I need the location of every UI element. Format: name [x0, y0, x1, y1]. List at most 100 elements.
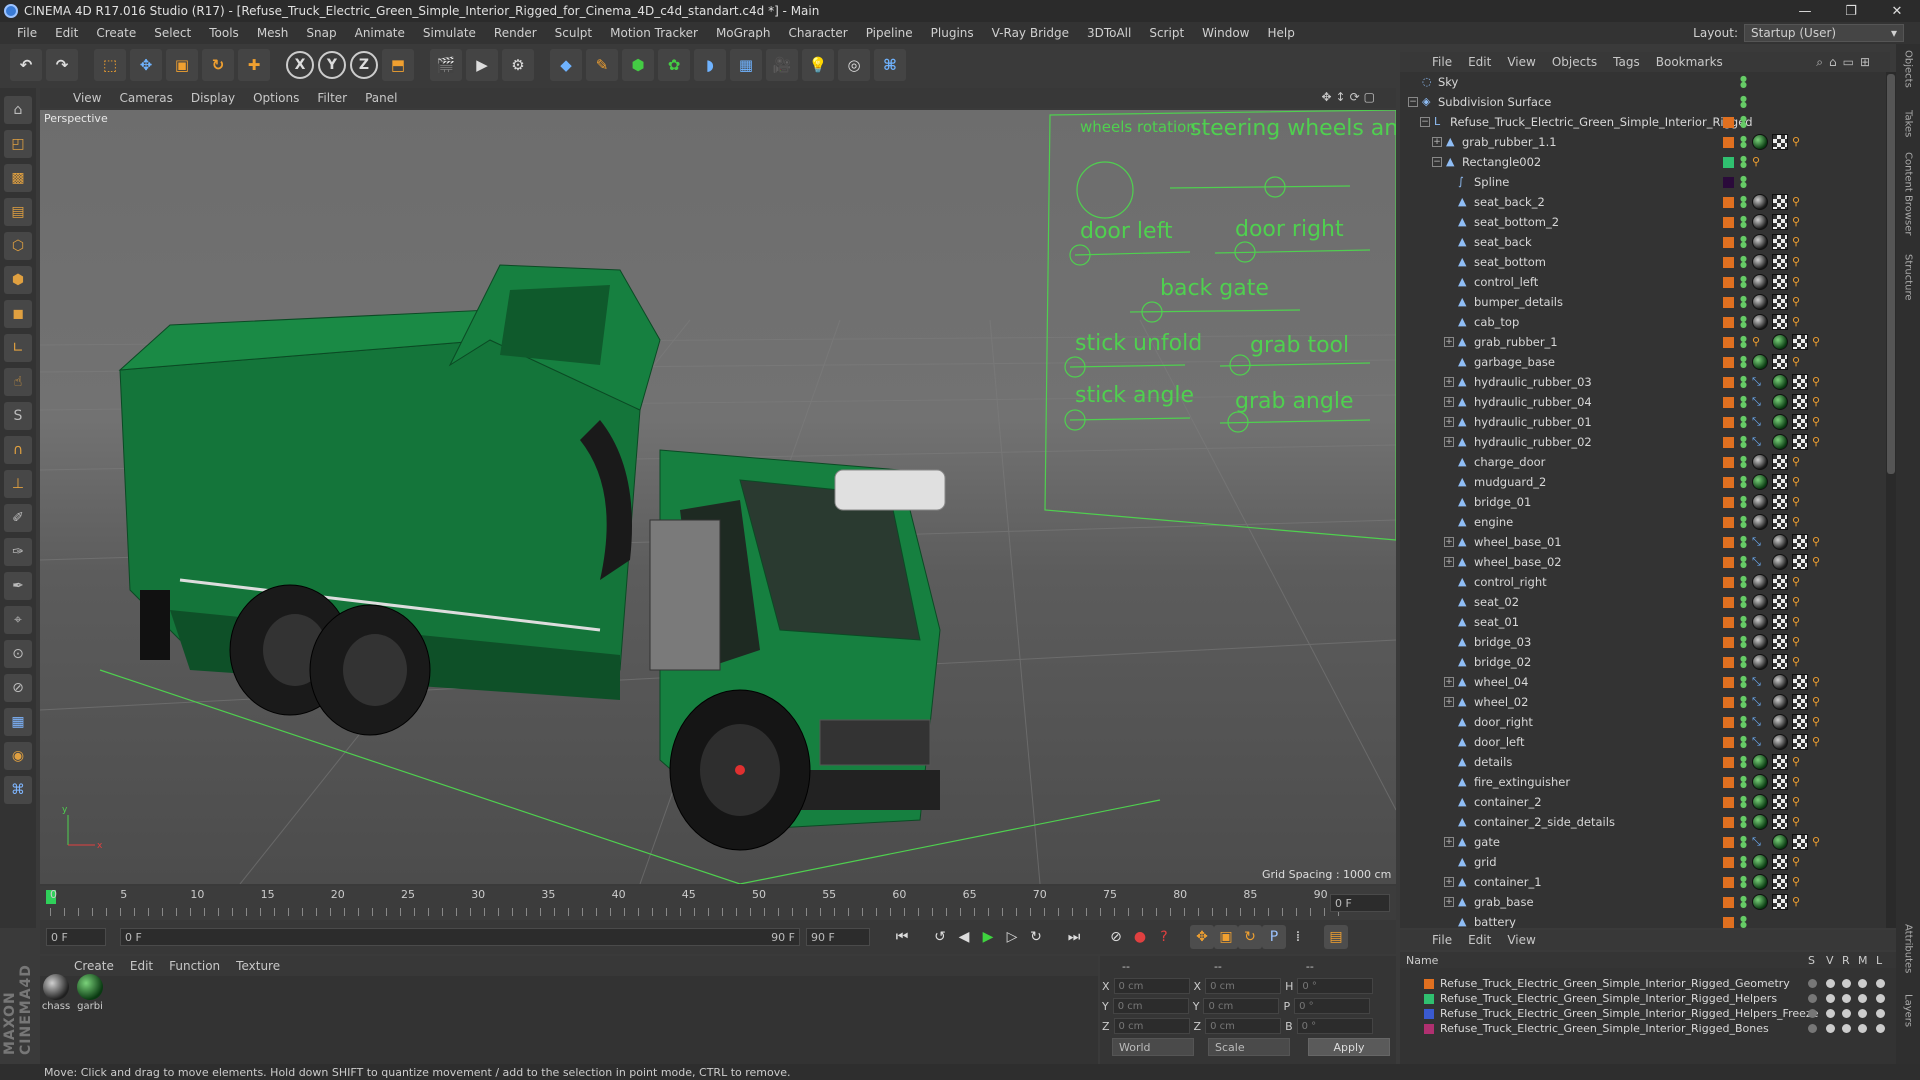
object-name[interactable]: seat_back_2 [1474, 195, 1545, 209]
visibility-dots-icon[interactable]: ● ● [1740, 135, 1747, 149]
magnet-icon[interactable]: ∩ [4, 436, 32, 464]
constraint-tag-icon[interactable]: ⚲ [1812, 394, 1828, 410]
maximize-button[interactable]: ❐ [1828, 0, 1874, 22]
constraint-tag-icon[interactable]: ⚲ [1792, 234, 1808, 250]
menu-animate[interactable]: Animate [346, 26, 414, 40]
layer-row[interactable]: Refuse_Truck_Electric_Green_Simple_Inter… [1400, 1006, 1896, 1021]
previous-key-icon[interactable]: ↺ [928, 925, 952, 949]
object-name[interactable]: door_right [1474, 715, 1533, 729]
object-row[interactable]: ▲ battery ● ● [1400, 912, 1886, 929]
constraint-tag-icon[interactable]: ⚲ [1792, 134, 1808, 150]
apply-button[interactable]: Apply [1308, 1038, 1390, 1056]
ik-tag-icon[interactable]: ⤡ [1752, 834, 1768, 850]
objmgr-menu-bookmarks[interactable]: Bookmarks [1648, 55, 1731, 69]
texture-tag-icon[interactable] [1772, 514, 1788, 530]
ik-tag-icon[interactable]: ⤡ [1752, 674, 1768, 690]
material-tag-icon[interactable] [1752, 794, 1768, 810]
layer-menu-file[interactable]: File [1424, 933, 1460, 947]
material-tag-icon[interactable] [1772, 674, 1788, 690]
layer-visible-icon[interactable] [1826, 979, 1835, 988]
python-icon[interactable]: ⌘ [874, 49, 906, 81]
visibility-dots-icon[interactable]: ● ● [1740, 75, 1747, 89]
expand-icon[interactable]: + [1444, 417, 1454, 427]
start-frame-field[interactable]: 0 F [46, 928, 106, 946]
floor-scene-icon[interactable]: ▦ [730, 49, 762, 81]
visibility-dots-icon[interactable]: ● ● [1740, 255, 1747, 269]
constraint-tag-icon[interactable]: ⚲ [1792, 254, 1808, 270]
material-item[interactable]: garbi [76, 974, 104, 1012]
layer-render-icon[interactable] [1842, 994, 1851, 1003]
constraint-tag-icon[interactable]: ⚲ [1792, 194, 1808, 210]
texture-tag-icon[interactable] [1792, 694, 1808, 710]
object-row[interactable]: ▲ charge_door ● ● ⚲ [1400, 452, 1886, 472]
object-name[interactable]: control_right [1474, 575, 1547, 589]
material-tag-icon[interactable] [1752, 654, 1768, 670]
object-row[interactable]: ▲ grid ● ● ⚲ [1400, 852, 1886, 872]
rotate-tool-icon[interactable]: ↻ [202, 49, 234, 81]
object-row[interactable]: ▲ mudguard_2 ● ● ⚲ [1400, 472, 1886, 492]
timeline-layout-icon[interactable]: ▤ [1324, 925, 1348, 949]
visibility-dots-icon[interactable]: ● ● [1740, 495, 1747, 509]
object-row[interactable]: ▲ bridge_01 ● ● ⚲ [1400, 492, 1886, 512]
object-name[interactable]: bridge_01 [1474, 495, 1531, 509]
layer-solo-icon[interactable] [1808, 994, 1817, 1003]
object-row[interactable]: + ▲ wheel_base_02 ● ● ⤡ ⚲ [1400, 552, 1886, 572]
constraint-tag-icon[interactable]: ⚲ [1792, 754, 1808, 770]
texture-tag-icon[interactable] [1792, 554, 1808, 570]
layer-color-swatch[interactable] [1723, 336, 1734, 348]
texture-tag-icon[interactable] [1772, 814, 1788, 830]
layer-color-swatch[interactable] [1723, 536, 1734, 548]
visibility-dots-icon[interactable]: ● ● [1740, 375, 1747, 389]
object-row[interactable]: + ▲ wheel_base_01 ● ● ⤡ ⚲ [1400, 532, 1886, 552]
menu-sculpt[interactable]: Sculpt [546, 26, 601, 40]
material-tag-icon[interactable] [1772, 434, 1788, 450]
menu-tools[interactable]: Tools [200, 26, 248, 40]
object-name[interactable]: hydraulic_rubber_04 [1474, 395, 1592, 409]
coord-mode-select[interactable]: Scale [1208, 1038, 1290, 1056]
quantize-icon[interactable]: ⊥ [4, 470, 32, 498]
size-z-field[interactable]: 0 cm [1205, 1018, 1282, 1034]
texture-tag-icon[interactable] [1792, 414, 1808, 430]
visibility-dots-icon[interactable]: ● ● [1740, 675, 1747, 689]
layer-color-swatch[interactable] [1723, 436, 1734, 448]
expand-icon[interactable]: + [1444, 697, 1454, 707]
object-row[interactable]: ▲ seat_back_2 ● ● ⚲ [1400, 192, 1886, 212]
visibility-dots-icon[interactable]: ● ● [1740, 715, 1747, 729]
object-name[interactable]: wheel_04 [1474, 675, 1528, 689]
expand-icon[interactable]: + [1444, 837, 1454, 847]
layer-color-swatch[interactable] [1723, 116, 1734, 128]
expand-icon[interactable]: + [1432, 137, 1442, 147]
texture-tag-icon[interactable] [1772, 274, 1788, 290]
object-row[interactable]: + ▲ grab_rubber_1 ● ● ⚲ ⚲ [1400, 332, 1886, 352]
layer-color-swatch[interactable] [1723, 676, 1734, 688]
material-tag-icon[interactable] [1772, 334, 1788, 350]
layer-color-swatch[interactable] [1424, 1008, 1434, 1019]
constraint-tag-icon[interactable]: ⚲ [1792, 774, 1808, 790]
coord-system-select[interactable]: World [1112, 1038, 1194, 1056]
material-tag-icon[interactable] [1772, 694, 1788, 710]
objmgr-menu-view[interactable]: View [1499, 55, 1543, 69]
object-name[interactable]: details [1474, 755, 1512, 769]
layer-color-swatch[interactable] [1723, 256, 1734, 268]
layout-select[interactable]: Startup (User) ▾ [1744, 24, 1904, 42]
layer-manager-icon[interactable] [1858, 1009, 1867, 1018]
menu-vray-bridge[interactable]: V-Ray Bridge [983, 26, 1078, 40]
expand-icon[interactable]: + [1444, 397, 1454, 407]
light-icon[interactable]: 💡 [802, 49, 834, 81]
texture-tag-icon[interactable] [1772, 294, 1788, 310]
material-tag-icon[interactable] [1752, 474, 1768, 490]
expand-icon[interactable]: + [1444, 437, 1454, 447]
layer-lock-icon[interactable] [1876, 979, 1885, 988]
visibility-dots-icon[interactable]: ● ● [1740, 175, 1747, 189]
y-axis-lock-button[interactable]: Y [318, 51, 346, 79]
render-view-icon[interactable]: 🎬 [430, 49, 462, 81]
object-row[interactable]: − ◈ Subdivision Surface ● ● [1400, 92, 1886, 112]
expand-icon[interactable]: + [1444, 877, 1454, 887]
constraint-tag-icon[interactable]: ⚲ [1812, 434, 1828, 450]
layer-color-swatch[interactable] [1723, 836, 1734, 848]
collapse-icon[interactable]: − [1420, 117, 1430, 127]
object-name[interactable]: gate [1474, 835, 1500, 849]
visibility-dots-icon[interactable]: ● ● [1740, 875, 1747, 889]
go-to-end-icon[interactable]: ⏭ [1062, 925, 1086, 949]
object-row[interactable]: − L Refuse_Truck_Electric_Green_Simple_Int… [1400, 112, 1886, 132]
